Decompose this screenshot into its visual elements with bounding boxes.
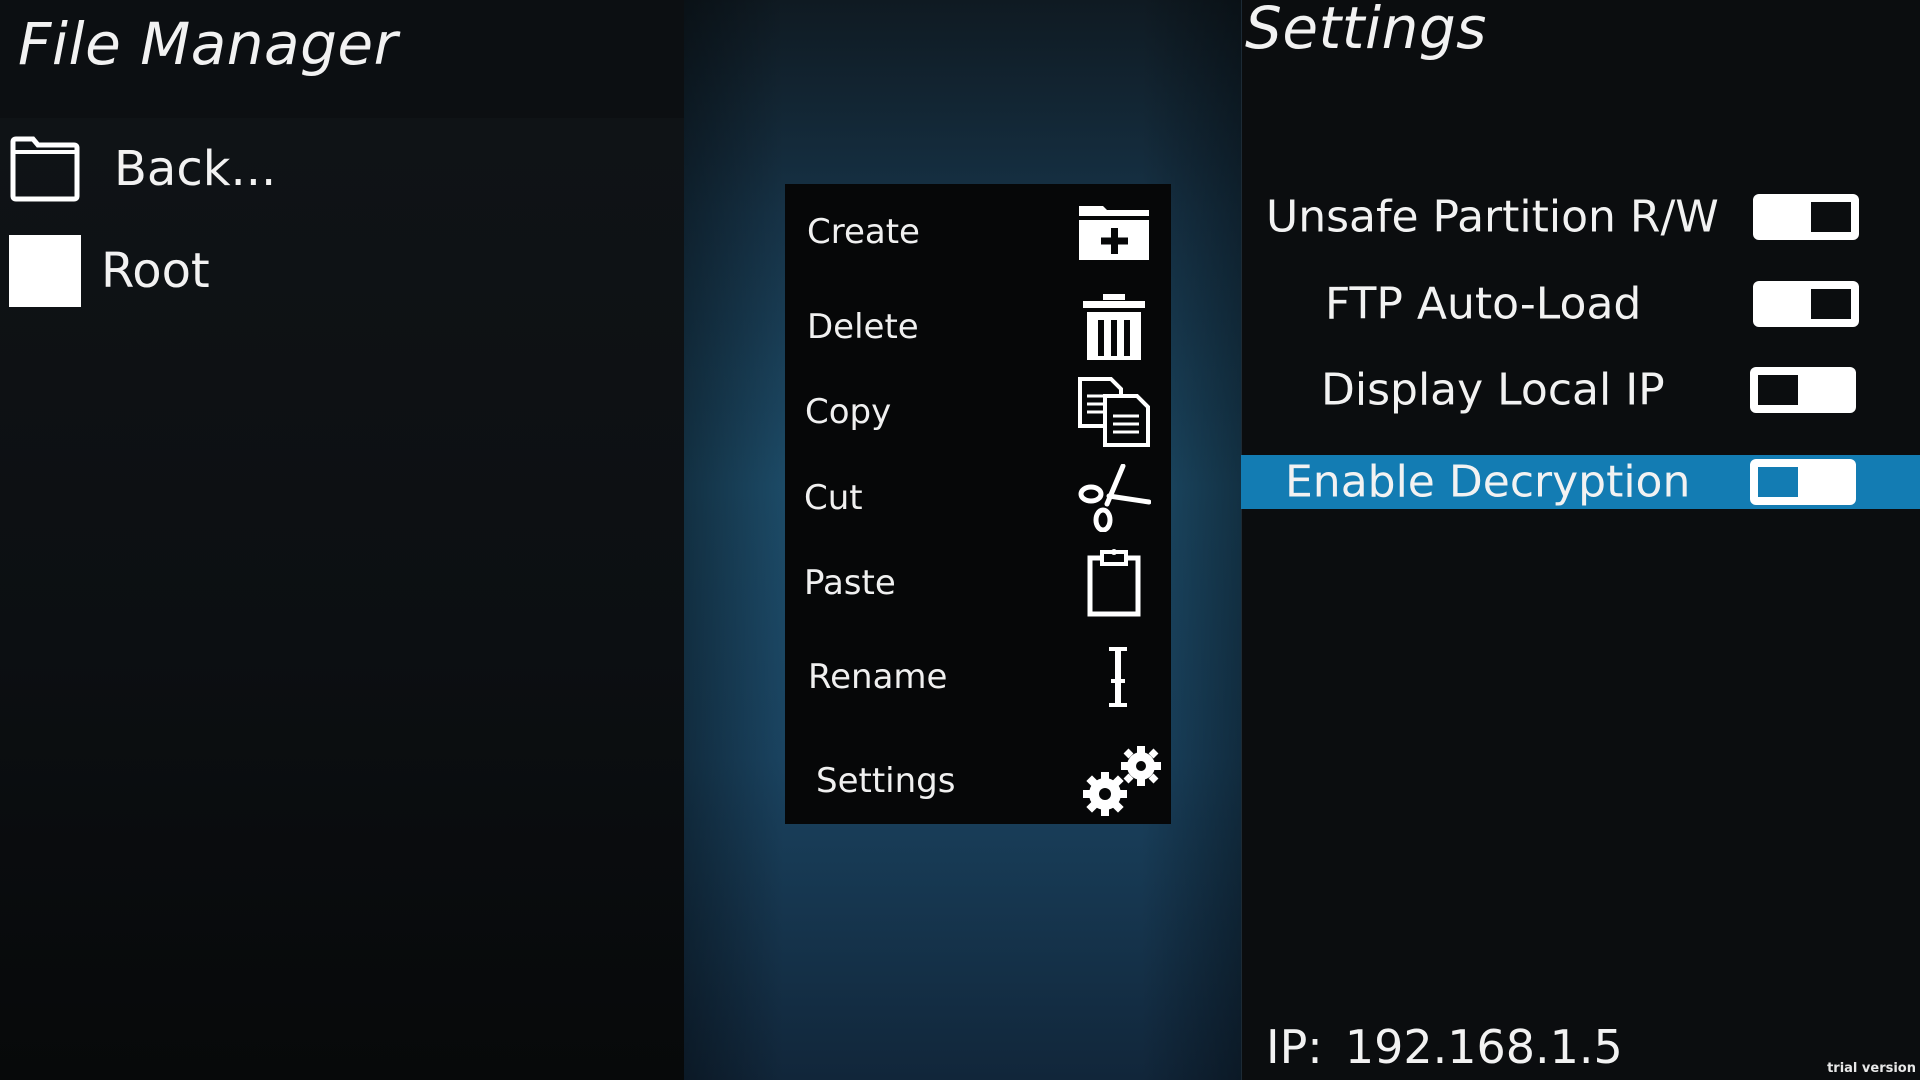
ip-value: 192.168.1.5 (1344, 1020, 1623, 1074)
text-cursor-icon (1109, 647, 1127, 707)
setting-unsafe-partition[interactable]: Unsafe Partition R/W (1241, 190, 1920, 244)
menu-item-label: Paste (804, 563, 896, 603)
setting-label: FTP Auto-Load (1325, 278, 1642, 330)
scissors-icon (1078, 464, 1151, 532)
toggle-switch[interactable] (1750, 459, 1856, 505)
toggle-switch[interactable] (1753, 281, 1859, 327)
setting-display-local-ip[interactable]: Display Local IP (1241, 363, 1920, 417)
setting-ftp-auto-load[interactable]: FTP Auto-Load (1241, 277, 1920, 331)
menu-item-delete[interactable]: Delete (785, 287, 1171, 367)
menu-item-label: Copy (805, 392, 892, 432)
context-menu: Create Delete Copy Cut Paste Rename Sett… (785, 184, 1171, 824)
menu-item-paste[interactable]: Paste (785, 543, 1171, 623)
settings-title: Settings (1245, 0, 1487, 62)
clipboard-icon (1087, 549, 1141, 617)
trial-watermark: trial version (1827, 1061, 1916, 1076)
copy-icon (1078, 377, 1150, 447)
create-folder-icon (1079, 206, 1149, 260)
file-entry-label: Back... (114, 141, 277, 197)
settings-panel (1241, 0, 1920, 1080)
toggle-switch[interactable] (1750, 367, 1856, 413)
file-entry-root[interactable]: Root (9, 235, 210, 307)
menu-item-cut[interactable]: Cut (785, 458, 1171, 538)
ip-label: IP: (1266, 1020, 1323, 1074)
menu-item-label: Create (807, 212, 920, 252)
folder-icon (10, 136, 80, 202)
menu-item-label: Settings (816, 761, 956, 801)
menu-item-settings[interactable]: Settings (785, 741, 1171, 821)
gears-icon (1083, 746, 1161, 816)
menu-item-label: Rename (808, 657, 948, 697)
setting-label: Unsafe Partition R/W (1266, 191, 1719, 243)
menu-item-create[interactable]: Create (785, 192, 1171, 272)
setting-label: Enable Decryption (1285, 456, 1691, 508)
drive-icon (9, 235, 81, 307)
file-entry-label: Root (101, 243, 210, 299)
menu-item-rename[interactable]: Rename (785, 637, 1171, 717)
toggle-switch[interactable] (1753, 194, 1859, 240)
file-entry-back[interactable]: Back... (9, 133, 276, 205)
menu-item-label: Cut (804, 478, 863, 518)
menu-item-label: Delete (807, 307, 919, 347)
menu-item-copy[interactable]: Copy (785, 372, 1171, 452)
file-manager-title: File Manager (18, 10, 398, 78)
trash-icon (1083, 294, 1145, 360)
setting-label: Display Local IP (1321, 364, 1665, 416)
setting-enable-decryption[interactable]: Enable Decryption (1241, 455, 1920, 509)
ip-address-readout: IP: 192.168.1.5 (1266, 1020, 1623, 1074)
